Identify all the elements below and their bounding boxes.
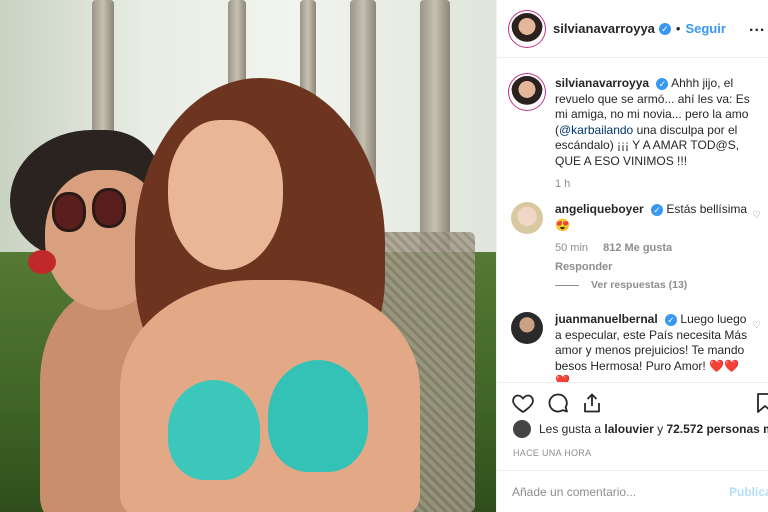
comment: juanmanuelbernal ✓ Luego luego a especul… (511, 312, 761, 382)
liker-username[interactable]: lalouvier (604, 422, 653, 436)
caption-username[interactable]: silvianavarroyya (555, 76, 649, 90)
instagram-post: silvianavarroyya ✓ • Seguir ... silviana… (0, 0, 768, 512)
follow-button[interactable]: Seguir (685, 21, 725, 36)
comment-icon[interactable] (546, 391, 570, 415)
post-photo[interactable] (0, 0, 496, 512)
sunglasses (52, 188, 128, 234)
comment-likes[interactable]: 812 Me gusta (603, 242, 672, 254)
separator-dot: • (675, 21, 681, 36)
author-username[interactable]: silvianavarroyya (553, 21, 655, 36)
action-bar (497, 382, 768, 424)
post-header: silvianavarroyya ✓ • Seguir (497, 0, 768, 58)
comment: angeliqueboyer ✓ Estás bellísima 😍 50 mi… (511, 202, 761, 275)
view-replies[interactable]: Ver respuestas (13) (555, 279, 687, 291)
caption-mention[interactable]: @karbailando (559, 123, 633, 137)
verified-icon: ✓ (651, 203, 664, 216)
share-icon[interactable] (580, 391, 604, 415)
comment-username[interactable]: juanmanuelbernal (555, 312, 658, 326)
post-timestamp[interactable]: HACE UNA HORA (513, 448, 591, 458)
add-comment-bar: Añade un comentario... Publicar (497, 470, 768, 512)
verified-icon: ✓ (665, 313, 678, 326)
publish-button[interactable]: Publicar (729, 485, 768, 499)
caption: silvianavarroyya ✓ Ahhh jijo, el revuelo… (511, 76, 761, 193)
caption-avatar[interactable] (511, 76, 543, 108)
more-options-icon[interactable]: ... (749, 18, 765, 36)
liker-avatar[interactable] (513, 420, 531, 438)
caption-time[interactable]: 1 h (555, 178, 570, 190)
comment-username[interactable]: angeliqueboyer (555, 202, 644, 216)
post-side-panel: silvianavarroyya ✓ • Seguir ... silviana… (496, 0, 768, 512)
heart-icon[interactable] (511, 391, 535, 415)
comment-like-heart-icon[interactable]: ♡ (752, 320, 761, 331)
verified-icon: ✓ (658, 22, 671, 35)
author-avatar[interactable] (511, 12, 543, 45)
comment-like-heart-icon[interactable]: ♡ (752, 210, 761, 221)
likes-summary: Les gusta a lalouvier y 72.572 personas … (513, 420, 768, 438)
add-comment-input[interactable]: Añade un comentario... (512, 485, 636, 499)
comments-list[interactable]: silvianavarroyya ✓ Ahhh jijo, el revuelo… (497, 60, 768, 382)
reply-button[interactable]: Responder (555, 260, 751, 276)
comment-time[interactable]: 50 min (555, 242, 588, 254)
verified-icon: ✓ (656, 77, 669, 90)
commenter-avatar[interactable] (511, 202, 543, 234)
likes-count[interactable]: 72.572 personas más (666, 422, 768, 436)
bookmark-icon[interactable] (753, 391, 768, 415)
commenter-avatar[interactable] (511, 312, 543, 344)
